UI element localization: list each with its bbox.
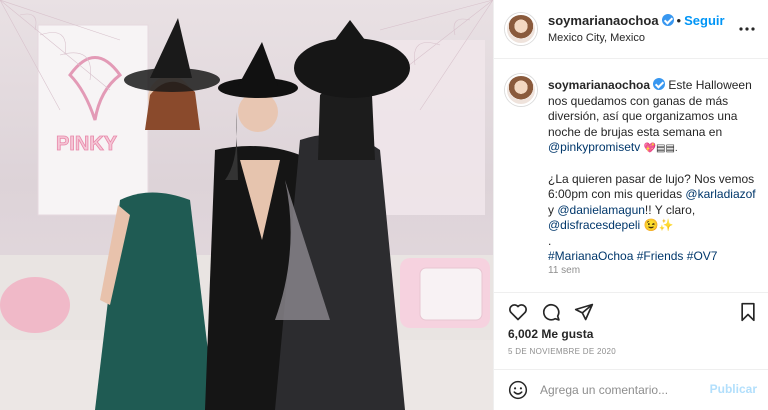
verified-badge-icon bbox=[653, 78, 666, 90]
more-options-icon[interactable] bbox=[739, 22, 755, 32]
hashtag-link[interactable]: #Friends bbox=[637, 249, 684, 263]
unicorn-poster bbox=[37, 24, 149, 216]
location-link[interactable]: Mexico City, Mexico bbox=[548, 32, 645, 44]
bookmark-icon[interactable] bbox=[738, 302, 758, 322]
caption-line-3: !! Y claro, bbox=[644, 202, 696, 217]
time-ago: 11 sem bbox=[548, 265, 581, 276]
share-icon[interactable] bbox=[574, 302, 594, 322]
emoji-picker-icon[interactable] bbox=[508, 380, 528, 400]
caption-text: soymarianaochoa Este Halloween nos queda… bbox=[548, 78, 760, 265]
mention-link[interactable]: @pinkypromisetv bbox=[548, 140, 640, 154]
caption-username[interactable]: soymarianaochoa bbox=[548, 78, 650, 92]
avatar[interactable] bbox=[505, 13, 537, 45]
publish-button[interactable]: Publicar bbox=[710, 382, 757, 396]
comment-input[interactable] bbox=[540, 381, 700, 399]
neon-sign: PINKY bbox=[56, 133, 118, 155]
comment-icon[interactable] bbox=[541, 302, 561, 322]
caption-connector: y bbox=[548, 202, 558, 217]
verified-badge-icon bbox=[661, 14, 674, 26]
separator-dot: • bbox=[676, 13, 682, 28]
hashtag-link[interactable]: #MarianaOchoa bbox=[548, 249, 633, 263]
post-sidebar: soymarianaochoa • Seguir Mexico City, Mexi… bbox=[493, 0, 768, 410]
post-photo[interactable]: PINKY bbox=[0, 0, 493, 410]
unicorn-pillow bbox=[419, 267, 483, 321]
hashtag-link[interactable]: #OV7 bbox=[687, 249, 718, 263]
comment-bar: Publicar bbox=[494, 369, 768, 410]
photo-illustration: PINKY bbox=[0, 0, 493, 410]
mention-link[interactable]: @danielamagun bbox=[557, 203, 645, 217]
mention-link[interactable]: @karladiazof bbox=[685, 187, 755, 201]
heart-icon[interactable] bbox=[508, 302, 528, 322]
caption-period: . bbox=[548, 233, 552, 248]
caption-section: soymarianaochoa Este Halloween nos queda… bbox=[494, 60, 768, 292]
emoji-text: 💖▤▤. bbox=[643, 143, 678, 154]
mention-link[interactable]: @disfracesdepeli bbox=[548, 218, 640, 232]
likes-count[interactable]: 6,002 Me gusta bbox=[508, 327, 593, 341]
emoji-text: 😉✨ bbox=[640, 218, 674, 232]
header-username[interactable]: soymarianaochoa bbox=[548, 13, 659, 28]
caption-paragraph-2: ¿La quieren pasar de lujo? Nos vemos 6:0… bbox=[548, 172, 760, 234]
header-user-row: soymarianaochoa • Seguir bbox=[548, 13, 725, 28]
post-header: soymarianaochoa • Seguir Mexico City, Mexi… bbox=[494, 0, 768, 59]
hashtag-row: #MarianaOchoa #Friends #OV7 bbox=[548, 249, 760, 265]
pink-pillow bbox=[0, 277, 70, 333]
post-date: 5 DE NOVIEMBRE DE 2020 bbox=[508, 347, 616, 356]
follow-button[interactable]: Seguir bbox=[684, 13, 724, 28]
avatar[interactable] bbox=[505, 74, 537, 106]
action-bar bbox=[494, 292, 768, 328]
